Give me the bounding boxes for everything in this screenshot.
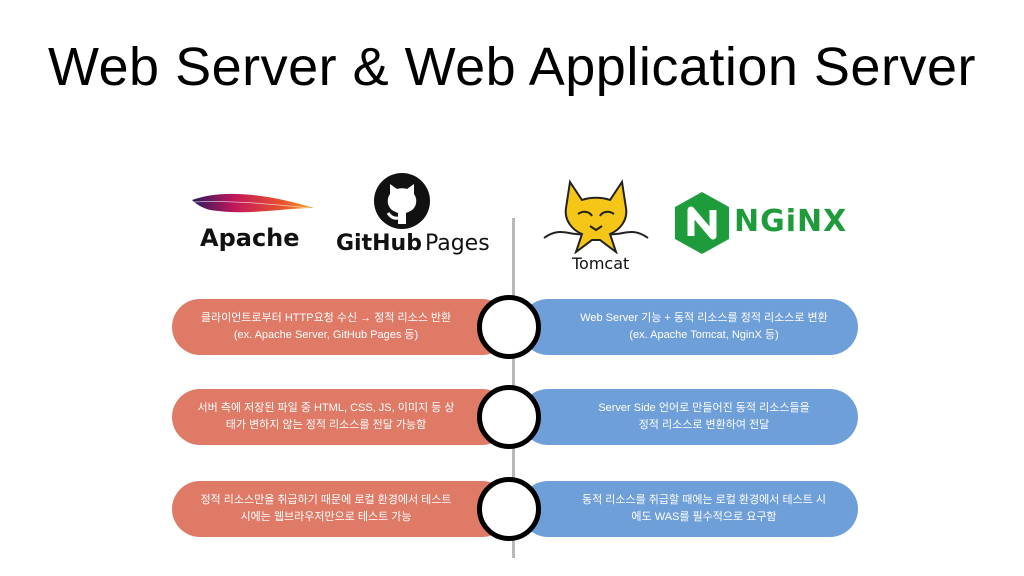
pill-line: 태가 변하지 않는 정적 리소스를 전달 가능함 [225,419,427,431]
pill-line: Web Server 기능 + 동적 리소스를 정적 리소스로 변환 [580,312,828,324]
pill-line: 시에는 웹브라우저만으로 테스트 가능 [240,511,412,523]
web-server-point-2: 서버 측에 저장된 파일 중 HTML, CSS, JS, 이미지 등 상 태가… [172,389,510,445]
pill-line: 정적 리소스로 변환하여 전달 [638,419,770,431]
github-word: GitHub [336,231,422,256]
was-point-2: Server Side 언어로 만들어진 동적 리소스들을 정적 리소스로 변환… [520,389,858,445]
was-point-1: Web Server 기능 + 동적 리소스를 정적 리소스로 변환 (ex. … [520,299,858,355]
pill-line: 클라이언트로부터 HTTP요청 수신 → 정적 리소스 반환 [200,312,452,324]
pill-line: 정적 리소스만을 취급하기 때문에 로컬 환경에서 테스트 [200,494,452,506]
nginx-wordmark: NGiNX [734,204,847,239]
row-connector-circle [477,477,541,541]
nginx-hexagon-icon [675,192,729,254]
slide-title: Web Server & Web Application Server [48,37,976,97]
row-connector-circle [477,385,541,449]
pill-line: (ex. Apache Server, GitHub Pages 등) [233,329,419,341]
github-octocat-icon [374,173,430,229]
apache-wordmark: Apache [200,224,300,252]
tomcat-cat-icon [543,179,649,254]
web-server-point-1: 클라이언트로부터 HTTP요청 수신 → 정적 리소스 반환 (ex. Apac… [172,299,510,355]
pill-line: (ex. Apache Tomcat, NginX 등) [629,329,779,341]
tomcat-logo: Tomcat [540,178,652,274]
row-connector-circle [477,295,541,359]
nginx-wordmark-text: NGiNX [734,204,848,239]
web-server-point-3: 정적 리소스만을 취급하기 때문에 로컬 환경에서 테스트 시에는 웹브라우저만… [172,481,510,537]
nginx-logo: NGiNX [672,190,862,256]
apache-logo: Apache [190,186,320,256]
apache-feather-icon [192,193,314,213]
tomcat-wordmark: Tomcat [572,254,630,273]
pages-word: Pages [424,231,490,256]
pill-line: 에도 WAS를 필수적으로 요구함 [631,511,777,523]
github-pages-logo: GitHub Pages [336,172,490,262]
github-pages-wordmark: GitHub Pages [336,230,490,256]
pill-line: Server Side 언어로 만들어진 동적 리소스들을 [598,402,810,414]
pill-line: 서버 측에 저장된 파일 중 HTML, CSS, JS, 이미지 등 상 [197,402,455,414]
was-point-3: 동적 리소스를 취급할 때에는 로컬 환경에서 테스트 시 에도 WAS를 필수… [520,481,858,537]
pill-line: 동적 리소스를 취급할 때에는 로컬 환경에서 테스트 시 [581,494,827,506]
